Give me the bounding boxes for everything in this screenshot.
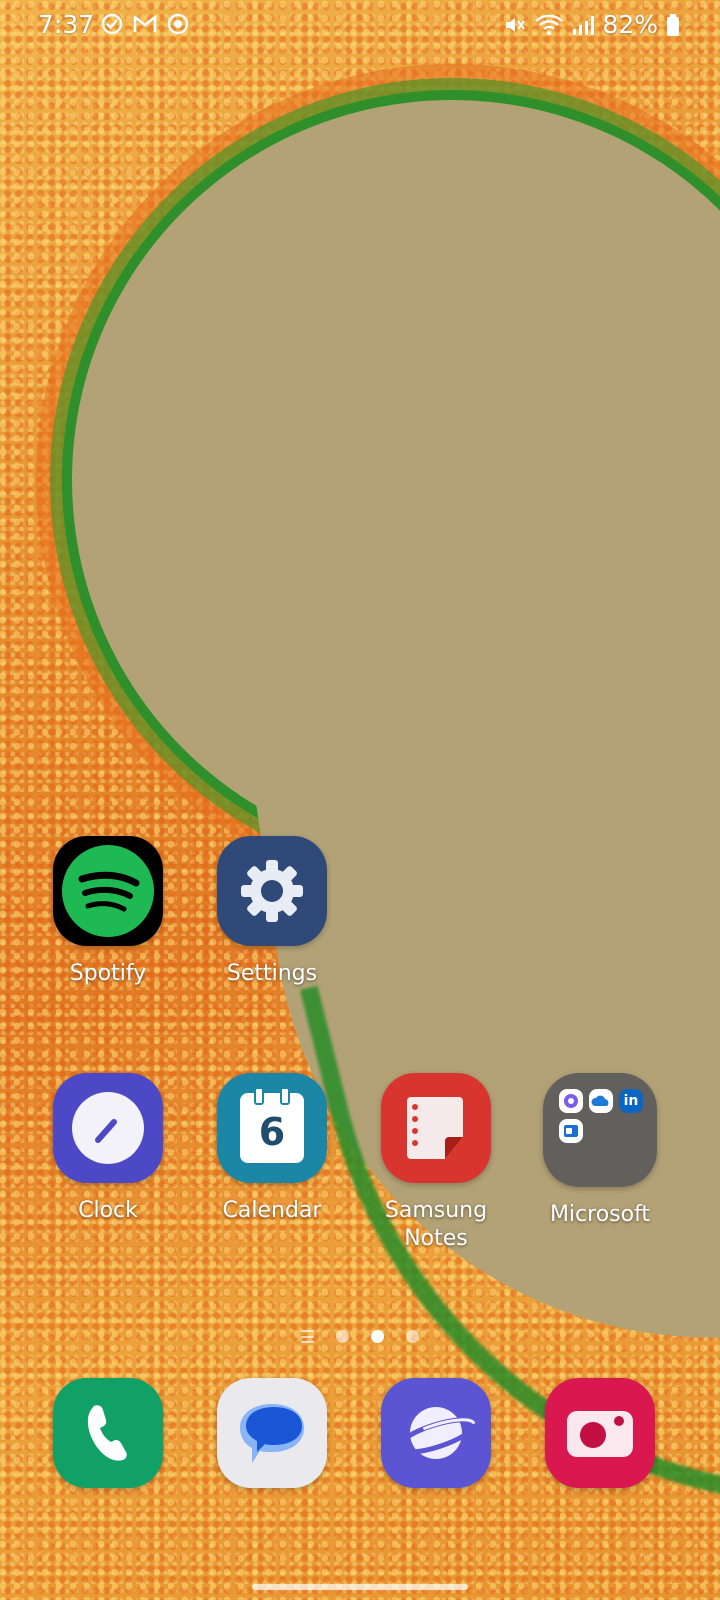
app-label: Samsung Notes bbox=[384, 1198, 488, 1251]
notification-icons bbox=[100, 12, 190, 36]
gmail-icon bbox=[132, 12, 158, 36]
system-icons: 82% bbox=[502, 10, 680, 39]
app-label: Clock bbox=[78, 1198, 138, 1223]
mute-icon bbox=[502, 13, 526, 37]
gear-icon bbox=[217, 836, 327, 946]
status-time: 7:37 bbox=[38, 10, 95, 39]
clock-icon bbox=[53, 1073, 163, 1183]
check-circle-icon bbox=[100, 12, 124, 36]
messages-icon bbox=[217, 1378, 327, 1488]
app-clock[interactable]: Clock bbox=[26, 1073, 190, 1225]
app-calendar[interactable]: 6 Calendar bbox=[190, 1073, 354, 1225]
calendar-day: 6 bbox=[258, 1110, 286, 1154]
signal-icon bbox=[572, 13, 595, 37]
outlook-icon bbox=[559, 1119, 583, 1143]
battery-icon bbox=[666, 13, 680, 37]
app-label: Spotify bbox=[69, 961, 147, 986]
spotify-icon bbox=[53, 836, 163, 946]
calendar-icon: 6 bbox=[217, 1073, 327, 1183]
sync-icon bbox=[166, 12, 190, 36]
home-screen: 7:37 82% Spotify Settings Clock 6 Calend… bbox=[0, 0, 720, 1600]
folder-icon: in bbox=[543, 1073, 657, 1187]
gesture-handle[interactable] bbox=[252, 1584, 468, 1590]
calendar-page: 6 bbox=[240, 1087, 304, 1163]
page-dot-3[interactable] bbox=[406, 1330, 419, 1343]
page-dot-1[interactable] bbox=[336, 1330, 349, 1343]
page-indicator[interactable] bbox=[0, 1330, 720, 1343]
onedrive-icon bbox=[589, 1089, 613, 1113]
dock-messages[interactable] bbox=[190, 1378, 354, 1488]
linkedin-icon: in bbox=[619, 1089, 643, 1113]
battery-percentage: 82% bbox=[602, 10, 658, 39]
status-bar: 7:37 82% bbox=[0, 0, 720, 52]
phone-icon bbox=[53, 1378, 163, 1488]
camera-icon bbox=[545, 1378, 655, 1488]
calendar-ring bbox=[254, 1087, 264, 1105]
app-label: Calendar bbox=[222, 1198, 322, 1223]
dock-phone[interactable] bbox=[26, 1378, 190, 1488]
app-settings[interactable]: Settings bbox=[190, 836, 354, 988]
notes-icon bbox=[381, 1073, 491, 1183]
folder-preview: in bbox=[545, 1075, 655, 1185]
dock-internet[interactable] bbox=[354, 1378, 518, 1488]
dock-camera[interactable] bbox=[518, 1378, 682, 1488]
calendar-ring bbox=[280, 1087, 290, 1105]
page-dot-2-active[interactable] bbox=[371, 1330, 384, 1343]
app-label: Microsoft bbox=[549, 1202, 651, 1227]
app-label: Settings bbox=[226, 961, 318, 986]
wifi-icon bbox=[534, 13, 564, 37]
copilot-icon bbox=[559, 1089, 583, 1113]
app-spotify[interactable]: Spotify bbox=[26, 836, 190, 988]
app-samsung-notes[interactable]: Samsung Notes bbox=[354, 1073, 518, 1253]
home-menu-icon[interactable] bbox=[301, 1330, 314, 1343]
internet-icon bbox=[381, 1378, 491, 1488]
folder-microsoft[interactable]: in Microsoft bbox=[518, 1073, 682, 1229]
